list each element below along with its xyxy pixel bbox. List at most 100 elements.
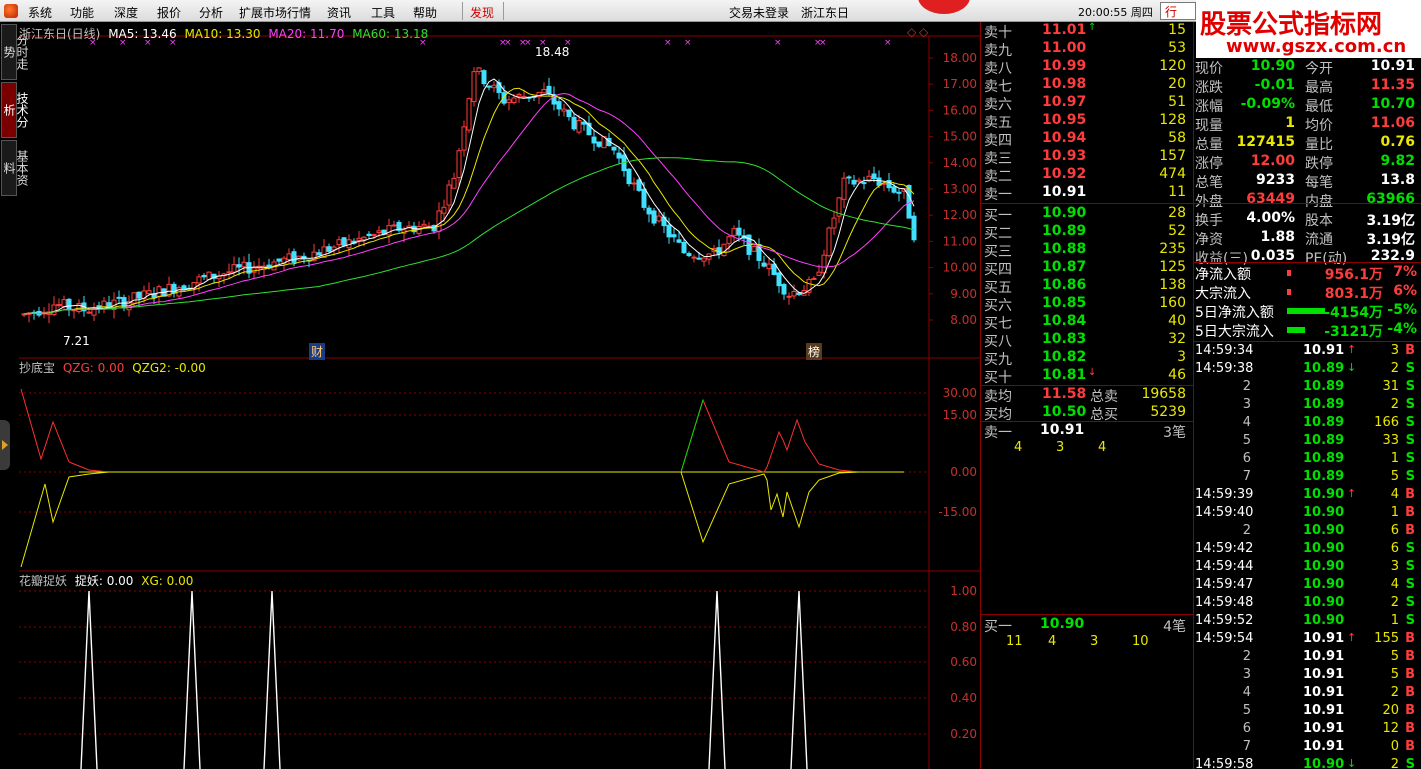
- tick-row[interactable]: 14:59:52 10.90 1 S: [1193, 613, 1421, 631]
- kline-chart-svg[interactable]: × × × × × ×× ×× × × × × × ×× × 18.0017.0016.0015.0014…: [19, 22, 980, 769]
- buy-level-price: 10.81: [1042, 367, 1087, 383]
- tick-row[interactable]: 6 10.91 12 B: [1193, 721, 1421, 739]
- tick-row[interactable]: 5 10.91 20 B: [1193, 703, 1421, 721]
- sell-queue-row[interactable]: 卖一 10.91 3笔: [980, 422, 1192, 441]
- menu-news[interactable]: 资讯: [327, 4, 351, 21]
- tick-row[interactable]: 14:59:39 10.90 ↑ 4 B: [1193, 487, 1421, 505]
- event-finance-badge[interactable]: 财: [309, 343, 326, 360]
- arrow-down-icon: ↓: [1347, 757, 1357, 769]
- tick-row[interactable]: 14:59:48 10.90 2 S: [1193, 595, 1421, 613]
- sell-level-row[interactable]: 卖三 10.93 157: [980, 148, 1192, 167]
- notification-ball[interactable]: [918, 0, 970, 14]
- candle-body: [851, 179, 857, 185]
- menu-discover[interactable]: 发现: [470, 4, 494, 21]
- menu-function[interactable]: 功能: [70, 4, 94, 21]
- tick-row[interactable]: 14:59:38 10.89 ↓ 2 S: [1193, 361, 1421, 379]
- buy-level-row[interactable]: 买八 10.83 32: [980, 331, 1192, 350]
- tick-row[interactable]: 14:59:42 10.90 6 S: [1193, 541, 1421, 559]
- tick-row[interactable]: 14:59:58 10.90 ↓ 2 S: [1193, 757, 1421, 769]
- sell-level-row[interactable]: 卖一 10.91 11: [980, 184, 1192, 203]
- sell-level-row[interactable]: 卖二 10.92 474: [980, 166, 1192, 185]
- buy-level-row[interactable]: 买十 10.81 ↓ 46: [980, 367, 1192, 386]
- tick-row[interactable]: 14:59:47 10.90 4 S: [1193, 577, 1421, 595]
- sell-level-row[interactable]: 卖九 11.00 53: [980, 40, 1192, 59]
- stat-value: 10.91: [1370, 58, 1415, 74]
- tick-row[interactable]: 14:59:40 10.90 1 B: [1193, 505, 1421, 523]
- indicator1-tick-label: -15.00: [938, 505, 977, 519]
- buy-level-row[interactable]: 买四 10.87 125: [980, 259, 1192, 278]
- tick-row[interactable]: 2 10.89 31 S: [1193, 379, 1421, 397]
- price-tick-label: 16.00: [943, 103, 977, 117]
- candle-body: [591, 136, 597, 144]
- tick-row[interactable]: 3 10.91 5 B: [1193, 667, 1421, 685]
- tick-row[interactable]: 5 10.89 33 S: [1193, 433, 1421, 451]
- tick-row[interactable]: 4 10.91 2 B: [1193, 685, 1421, 703]
- candle-body: [136, 291, 142, 299]
- sell-level-label: 卖七: [984, 79, 1012, 95]
- sell-level-row[interactable]: 卖四 10.94 58: [980, 130, 1192, 149]
- tick-time: 14:59:54: [1195, 631, 1254, 646]
- tick-row[interactable]: 2 10.91 5 B: [1193, 649, 1421, 667]
- tick-row[interactable]: 4 10.89 166 S: [1193, 415, 1421, 433]
- buy-level-row[interactable]: 买一 10.90 28: [980, 205, 1192, 224]
- candle-body: [656, 215, 662, 222]
- tick-row[interactable]: 14:59:54 10.91 ↑ 155 B: [1193, 631, 1421, 649]
- chart-header: 浙江东日(日线) MA5: 13.46 MA10: 13.30 MA20: 11…: [19, 25, 428, 42]
- menu-depth[interactable]: 深度: [114, 4, 138, 21]
- stat-label: 涨跌: [1195, 80, 1223, 96]
- buy-level-row[interactable]: 买九 10.82 3: [980, 349, 1192, 368]
- menu-analysis[interactable]: 分析: [199, 4, 223, 21]
- sell-level-row[interactable]: 卖七 10.98 20: [980, 76, 1192, 95]
- candle-body: [146, 290, 152, 294]
- tab-fundamentals[interactable]: 基本资料: [1, 140, 29, 196]
- flow-label: 5日大宗流入: [1195, 324, 1274, 340]
- tick-row[interactable]: 14:59:44 10.90 3 S: [1193, 559, 1421, 577]
- tick-row[interactable]: 3 10.89 2 S: [1193, 397, 1421, 415]
- buy-level-row[interactable]: 买七 10.84 40: [980, 313, 1192, 332]
- buy-level-row[interactable]: 买六 10.85 160: [980, 295, 1192, 314]
- menu-quote[interactable]: 报价: [157, 4, 181, 21]
- expand-panel-icon[interactable]: [0, 420, 10, 470]
- stat-value: 13.8: [1380, 172, 1415, 188]
- sell-level-row[interactable]: 卖六 10.97 51: [980, 94, 1192, 113]
- sell-level-row[interactable]: 卖八 10.99 120: [980, 58, 1192, 77]
- candle-body: [156, 286, 162, 297]
- menu-help[interactable]: 帮助: [413, 4, 437, 21]
- candle-body: [636, 179, 642, 191]
- candles: [21, 67, 917, 324]
- buy-level-row[interactable]: 买三 10.88 235: [980, 241, 1192, 260]
- indicator1-name: 抄底宝: [19, 361, 56, 375]
- buy-queue-row[interactable]: 买一 10.90 4笔: [980, 616, 1192, 635]
- tick-side: S: [1405, 577, 1415, 592]
- tick-row[interactable]: 2 10.90 6 B: [1193, 523, 1421, 541]
- sell-level-row[interactable]: 卖五 10.95 128: [980, 112, 1192, 131]
- diamond-icon[interactable]: ◇: [907, 25, 916, 39]
- tick-seq: 5: [1242, 703, 1251, 718]
- menu-system[interactable]: 系统: [28, 4, 52, 21]
- sell-queue-vols: 4 3 4: [980, 440, 1192, 458]
- candle-body: [626, 168, 632, 185]
- tab-intraday[interactable]: 分时走势: [1, 24, 29, 80]
- buy-level-row[interactable]: 买二 10.89 52: [980, 223, 1192, 242]
- menu-tools[interactable]: 工具: [371, 4, 395, 21]
- menu-extended-market[interactable]: 扩展市场行情: [239, 4, 311, 21]
- sell-level-row[interactable]: 卖十 11.01 ↑ 15: [980, 22, 1192, 41]
- tab-technical[interactable]: 技术分析: [1, 82, 29, 138]
- sell-level-volume: 15: [1168, 22, 1186, 38]
- collapse-icon[interactable]: ◇: [919, 25, 928, 39]
- trade-button[interactable]: 行: [1160, 2, 1196, 20]
- tick-list[interactable]: 14:59:34 10.91 ↑ 3 B 14:59:38 10.89 ↓ 2 S 2 10.89 31…: [1193, 343, 1421, 769]
- tick-row[interactable]: 6 10.89 1 S: [1193, 451, 1421, 469]
- total-value: 5239: [1150, 404, 1186, 420]
- tick-volume: 6: [1390, 523, 1399, 538]
- tick-row[interactable]: 7 10.89 5 S: [1193, 469, 1421, 487]
- buy-level-row[interactable]: 买五 10.86 138: [980, 277, 1192, 296]
- kline-chart-panel[interactable]: × × × × × × × × × × × × × × × × × 18.00 17.00 16.00 15.00 14…: [19, 22, 980, 769]
- tick-row[interactable]: 7 10.91 0 B: [1193, 739, 1421, 757]
- tick-seq: 6: [1242, 721, 1251, 736]
- tick-row[interactable]: 14:59:34 10.91 ↑ 3 B: [1193, 343, 1421, 361]
- tick-side: B: [1405, 703, 1415, 718]
- event-rank-badge[interactable]: 榜: [806, 343, 823, 360]
- stat-label: 流通: [1305, 232, 1333, 248]
- ma60-label: MA60: 13.18: [352, 27, 429, 41]
